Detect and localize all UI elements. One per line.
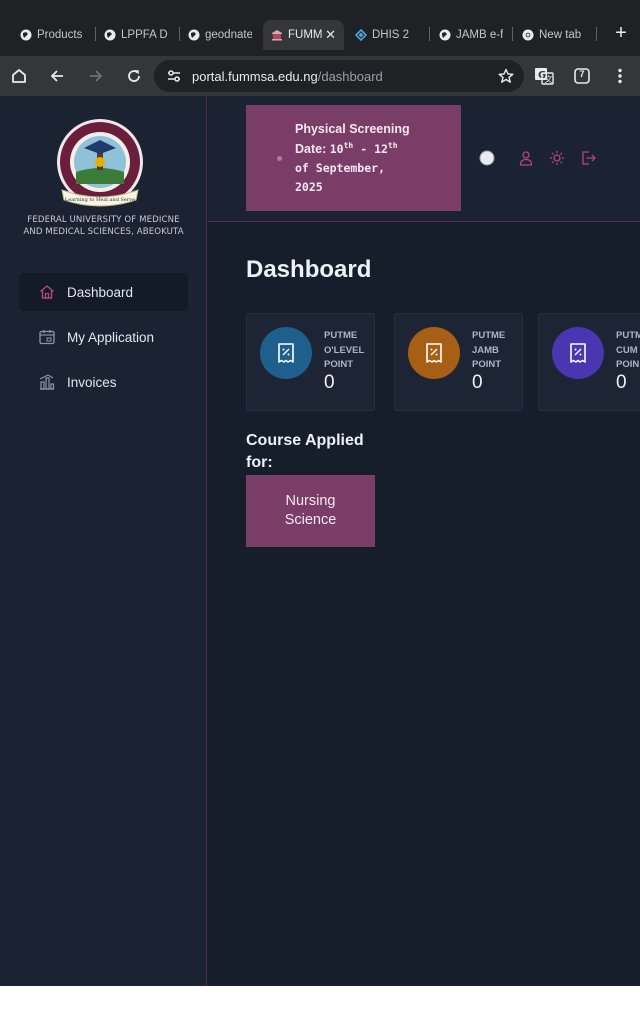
sidebar-item-invoices[interactable]: Invoices — [19, 363, 188, 401]
page-title: Dashboard — [246, 256, 372, 283]
dhis2-icon — [355, 29, 367, 41]
sidebar-item-label: Dashboard — [67, 284, 134, 300]
banner-date-line: Date: 10th - 12th — [295, 141, 398, 156]
physical-screening-banner: Physical Screening Date: 10th - 12th of … — [246, 105, 461, 211]
tab-count: 7 — [579, 69, 585, 79]
theme-toggle-sun-icon[interactable] — [549, 150, 565, 166]
card-value: 0 — [472, 372, 483, 393]
card-label: PUTM CUM POIN — [616, 330, 640, 370]
sidebar-item-my-application[interactable]: My Application — [19, 318, 188, 356]
sidebar: Learning to Heal and Serve FEDERAL UNIVE… — [0, 96, 207, 986]
university-logo-favicon-icon — [271, 29, 283, 41]
reload-icon[interactable] — [122, 64, 146, 88]
university-name: FEDERAL UNIVERSITY OF MEDICNE AND MEDICA… — [23, 215, 184, 237]
sidebar-item-dashboard[interactable]: Dashboard — [19, 273, 188, 311]
globe-icon — [104, 29, 116, 41]
receipt-percent-icon — [552, 327, 604, 379]
globe-icon — [188, 29, 200, 41]
bookmark-star-icon[interactable] — [494, 64, 518, 88]
logo-motto: Learning to Heal and Serve — [65, 197, 135, 203]
back-icon[interactable] — [45, 64, 69, 88]
tab-switcher-button[interactable]: 7 — [570, 64, 594, 88]
sidebar-item-label: Invoices — [67, 374, 117, 390]
stat-card-putme-olevel: PUTME O'LEVEL POINT 0 — [246, 313, 375, 411]
close-tab-icon[interactable]: ✕ — [325, 27, 336, 43]
receipt-percent-icon — [408, 327, 460, 379]
tab-separator — [429, 27, 430, 41]
portal-page: Learning to Heal and Serve FEDERAL UNIVE… — [0, 96, 640, 986]
globe-icon — [20, 29, 32, 41]
tab-separator — [95, 27, 96, 41]
tab-dhis2[interactable]: DHIS 2 — [355, 22, 419, 48]
tab-separator — [596, 27, 597, 41]
site-settings-icon[interactable] — [162, 64, 186, 88]
tab-new-tab[interactable]: New tab — [522, 22, 588, 48]
avatar[interactable] — [479, 150, 495, 166]
user-profile-icon[interactable] — [518, 150, 534, 166]
browser-toolbar: portal.fummsa.edu.ng/dashboard G文 7 — [0, 56, 640, 96]
tab-jamb[interactable]: JAMB e-f — [439, 22, 503, 48]
forward-icon[interactable] — [84, 64, 108, 88]
course-applied-label: Course Applied for: — [246, 432, 364, 471]
tab-geodnate[interactable]: geodnate — [188, 22, 252, 48]
more-menu-icon[interactable] — [608, 64, 632, 88]
chart-icon — [38, 373, 56, 391]
sidebar-item-label: My Application — [67, 329, 155, 345]
browser-tab-strip: Products LPPFA D geodnate FUMM ✕ DHIS 2 … — [0, 0, 640, 56]
logout-icon[interactable] — [580, 150, 596, 166]
calendar-icon — [38, 328, 56, 346]
card-label: PUTME O'LEVEL POINT — [324, 330, 365, 370]
card-value: 0 — [324, 372, 335, 393]
banner-dot — [277, 156, 282, 161]
url-text: portal.fummsa.edu.ng/dashboard — [192, 69, 383, 84]
university-logo: Learning to Heal and Serve — [48, 118, 152, 214]
stat-card-putme-jamb: PUTME JAMB POINT 0 — [394, 313, 523, 411]
address-bar[interactable]: portal.fummsa.edu.ng/dashboard — [154, 60, 524, 92]
card-label: PUTME JAMB POINT — [472, 330, 506, 370]
tab-fumm-active[interactable]: FUMM ✕ — [263, 20, 344, 50]
top-header: Physical Screening Date: 10th - 12th of … — [208, 96, 640, 222]
chrome-icon — [522, 29, 534, 41]
stat-card-putme-cumulative: PUTM CUM POIN 0 — [538, 313, 640, 411]
home-icon[interactable] — [7, 64, 31, 88]
svg-text:文: 文 — [545, 74, 553, 84]
card-value: 0 — [616, 372, 627, 393]
home-icon — [38, 283, 56, 301]
translate-icon[interactable]: G文 — [532, 64, 556, 88]
new-tab-button[interactable]: + — [610, 22, 632, 46]
main-content: Dashboard PUTME O'LEVEL POINT 0 PUTME JA… — [208, 222, 640, 986]
tab-products[interactable]: Products — [20, 22, 82, 48]
receipt-percent-icon — [260, 327, 312, 379]
tab-lppfa[interactable]: LPPFA D — [104, 22, 168, 48]
tab-separator — [512, 27, 513, 41]
globe-icon — [439, 29, 451, 41]
course-applied-value: Nursing Science — [246, 475, 375, 547]
tab-separator — [179, 27, 180, 41]
